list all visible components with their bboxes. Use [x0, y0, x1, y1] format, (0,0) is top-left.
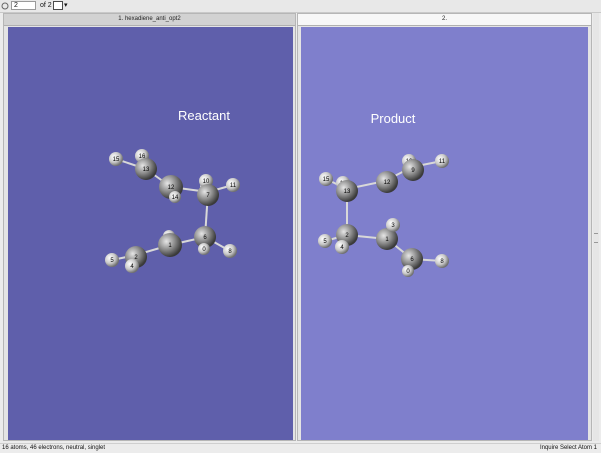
atom-C7[interactable]: 7 — [197, 184, 219, 206]
atom-H11[interactable]: 11 — [435, 154, 449, 168]
svg-text:15: 15 — [113, 157, 120, 163]
molecule-canvas-product[interactable]: Product 15 16 13 12 10 11 9 2 5 4 1 3 6 … — [301, 27, 588, 440]
page-spinner[interactable]: 2 — [11, 1, 36, 10]
molecule-pane-1[interactable]: 1. hexadiene_anti_opt2 Reactant 15 16 13… — [3, 13, 296, 441]
atom-H14[interactable]: 14 — [169, 191, 181, 203]
atom-C1[interactable]: 1 — [158, 233, 182, 257]
atom-H0[interactable]: 0 — [198, 243, 210, 255]
svg-text:11: 11 — [439, 159, 446, 165]
atom-H4[interactable]: 4 — [125, 259, 139, 273]
atom-H5[interactable]: 5 — [318, 234, 332, 248]
svg-text:15: 15 — [323, 177, 330, 183]
scrollbar-grip[interactable] — [594, 233, 598, 243]
atom-H4[interactable]: 4 — [335, 240, 349, 254]
svg-text:12: 12 — [384, 180, 391, 186]
atom-H8[interactable]: 8 — [435, 254, 449, 268]
page-spinner-value: 2 — [14, 2, 18, 9]
svg-text:11: 11 — [230, 183, 237, 189]
svg-text:13: 13 — [344, 189, 351, 195]
svg-text:14: 14 — [172, 195, 179, 201]
atom-H11[interactable]: 11 — [226, 178, 240, 192]
atom-C13[interactable]: 13 — [135, 158, 157, 180]
molecule-label: Product — [371, 111, 416, 126]
svg-text:12: 12 — [168, 185, 175, 191]
atom-C9[interactable]: 9 — [402, 159, 424, 181]
svg-text:13: 13 — [143, 167, 150, 173]
atom-H15[interactable]: 15 — [319, 172, 333, 186]
pane-title: 2. — [298, 14, 591, 26]
vertical-scrollbar[interactable] — [593, 13, 599, 441]
view-toggle-button[interactable] — [53, 1, 63, 10]
atom-H0[interactable]: 0 — [402, 265, 414, 277]
refresh-icon[interactable] — [1, 2, 9, 10]
molecule-label: Reactant — [178, 108, 230, 123]
atom-H5[interactable]: 5 — [105, 253, 119, 267]
pane-title: 1. hexadiene_anti_opt2 — [4, 14, 295, 26]
molecule-canvas-reactant[interactable]: Reactant 15 16 13 12 14 9 10 7 11 3 2 5 … — [8, 27, 293, 440]
molecule-pane-2[interactable]: 2. Product 15 16 13 12 10 11 9 2 5 — [297, 13, 592, 441]
atom-C12[interactable]: 12 — [376, 171, 398, 193]
page-count-label: of 2 — [40, 2, 52, 9]
atom-C13[interactable]: 13 — [336, 180, 358, 202]
atom-H15[interactable]: 15 — [109, 152, 123, 166]
atom-H8[interactable]: 8 — [223, 244, 237, 258]
canvas-background — [8, 27, 293, 440]
toolbar: 2 of 2 ▾ — [0, 0, 601, 13]
expand-arrow-icon[interactable]: ▾ — [64, 2, 68, 10]
atom-H3[interactable]: 3 — [386, 218, 400, 232]
